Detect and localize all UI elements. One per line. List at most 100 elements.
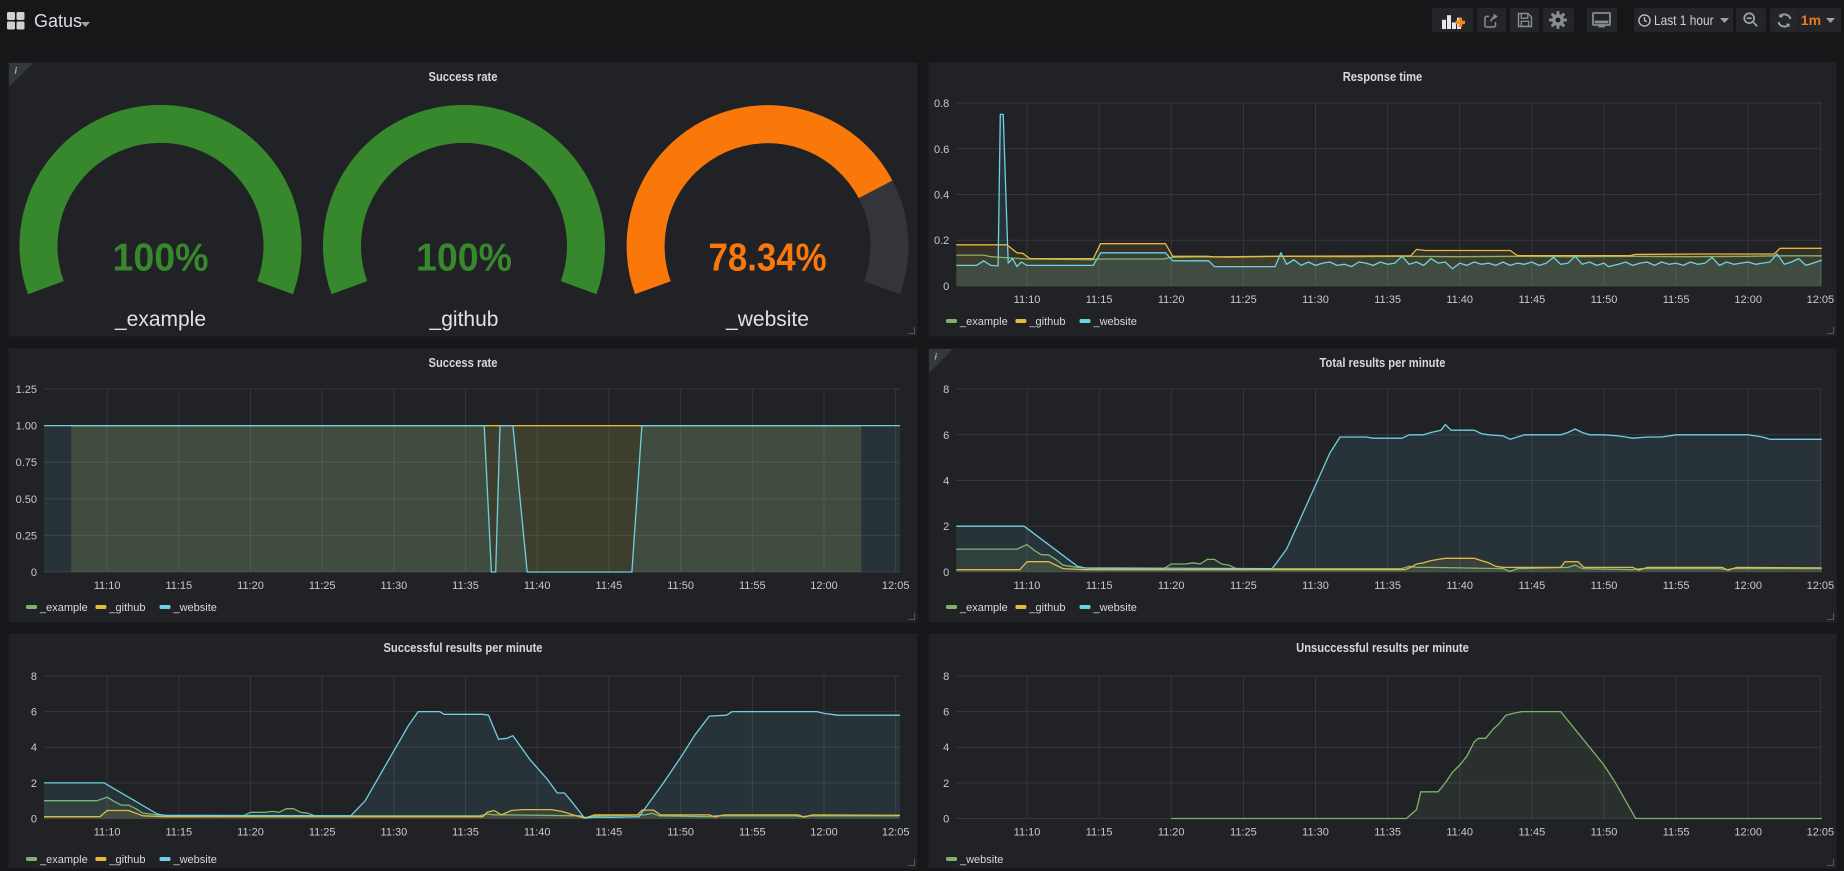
svg-text:11:50: 11:50 — [667, 827, 694, 839]
svg-text:11:25: 11:25 — [1230, 580, 1257, 592]
svg-text:_github: _github — [108, 602, 145, 614]
svg-text:11:15: 11:15 — [165, 580, 192, 592]
svg-text:6: 6 — [31, 707, 37, 719]
svg-text:11:10: 11:10 — [1014, 294, 1041, 306]
svg-text:11:55: 11:55 — [1663, 294, 1690, 306]
svg-text:11:40: 11:40 — [524, 827, 551, 839]
svg-text:11:10: 11:10 — [94, 827, 121, 839]
svg-text:11:15: 11:15 — [165, 827, 192, 839]
svg-text:_example: _example — [39, 854, 88, 866]
svg-text:0: 0 — [31, 814, 37, 826]
svg-text:0: 0 — [31, 567, 37, 579]
svg-text:0: 0 — [943, 567, 949, 579]
svg-text:11:50: 11:50 — [667, 580, 694, 592]
svg-text:_example: _example — [959, 602, 1008, 614]
svg-text:11:20: 11:20 — [237, 827, 264, 839]
svg-text:11:10: 11:10 — [1014, 827, 1041, 839]
svg-text:6: 6 — [943, 429, 949, 441]
svg-text:11:15: 11:15 — [1086, 580, 1113, 592]
svg-text:11:50: 11:50 — [1591, 827, 1618, 839]
svg-text:1.25: 1.25 — [16, 384, 37, 396]
svg-text:0.6: 0.6 — [934, 144, 949, 156]
svg-text:2: 2 — [943, 521, 949, 533]
svg-text:_website: _website — [1093, 602, 1137, 614]
svg-text:0.25: 0.25 — [16, 530, 37, 542]
svg-text:2: 2 — [943, 778, 949, 790]
svg-text:_example: _example — [39, 602, 88, 614]
svg-text:_website: _website — [959, 854, 1003, 866]
svg-text:11:40: 11:40 — [1446, 827, 1473, 839]
svg-text:11:55: 11:55 — [1663, 580, 1690, 592]
svg-text:11:55: 11:55 — [739, 580, 766, 592]
svg-text:_github: _github — [108, 854, 145, 866]
svg-text:11:35: 11:35 — [1374, 294, 1401, 306]
svg-text:4: 4 — [943, 742, 949, 754]
svg-text:11:15: 11:15 — [1086, 827, 1113, 839]
svg-text:12:00: 12:00 — [810, 827, 838, 839]
svg-text:8: 8 — [31, 671, 37, 683]
svg-text:11:25: 11:25 — [1230, 827, 1257, 839]
svg-text:11:45: 11:45 — [1519, 294, 1546, 306]
svg-text:11:50: 11:50 — [1591, 294, 1618, 306]
svg-text:11:20: 11:20 — [237, 580, 264, 592]
svg-text:11:55: 11:55 — [739, 827, 766, 839]
svg-text:11:35: 11:35 — [452, 827, 479, 839]
svg-text:12:00: 12:00 — [1734, 294, 1762, 306]
svg-text:_website: _website — [1093, 316, 1137, 328]
svg-text:2: 2 — [31, 778, 37, 790]
svg-text:4: 4 — [31, 742, 37, 754]
svg-text:12:05: 12:05 — [882, 580, 910, 592]
svg-text:11:45: 11:45 — [596, 580, 623, 592]
svg-text:0.50: 0.50 — [16, 493, 37, 505]
svg-text:0.8: 0.8 — [934, 98, 949, 110]
svg-text:_website: _website — [173, 854, 217, 866]
svg-text:11:40: 11:40 — [524, 580, 551, 592]
svg-text:_github: _github — [429, 308, 499, 331]
svg-text:_github: _github — [1028, 602, 1065, 614]
svg-text:11:40: 11:40 — [1446, 294, 1473, 306]
svg-text:12:05: 12:05 — [1807, 294, 1835, 306]
svg-text:11:35: 11:35 — [452, 580, 479, 592]
svg-text:11:25: 11:25 — [309, 827, 336, 839]
svg-text:11:45: 11:45 — [1519, 827, 1546, 839]
svg-text:_example: _example — [114, 308, 206, 331]
svg-text:11:20: 11:20 — [1158, 580, 1185, 592]
svg-text:11:35: 11:35 — [1374, 580, 1401, 592]
svg-text:12:05: 12:05 — [882, 827, 910, 839]
svg-text:11:20: 11:20 — [1158, 827, 1185, 839]
svg-text:11:30: 11:30 — [1302, 827, 1329, 839]
svg-text:100%: 100% — [416, 237, 512, 280]
svg-text:0: 0 — [943, 281, 949, 293]
svg-text:11:30: 11:30 — [1302, 580, 1329, 592]
svg-text:11:25: 11:25 — [1230, 294, 1257, 306]
svg-text:_website: _website — [173, 602, 217, 614]
svg-text:11:10: 11:10 — [1014, 580, 1041, 592]
svg-text:100%: 100% — [113, 237, 209, 280]
svg-text:12:05: 12:05 — [1807, 827, 1835, 839]
svg-text:11:55: 11:55 — [1663, 827, 1690, 839]
svg-text:_github: _github — [1028, 316, 1065, 328]
svg-text:0.75: 0.75 — [16, 457, 37, 469]
svg-text:11:30: 11:30 — [381, 580, 408, 592]
svg-text:12:00: 12:00 — [810, 580, 838, 592]
svg-text:11:35: 11:35 — [1374, 827, 1401, 839]
svg-text:_example: _example — [959, 316, 1008, 328]
svg-text:6: 6 — [943, 707, 949, 719]
svg-text:11:45: 11:45 — [596, 827, 623, 839]
svg-text:4: 4 — [943, 475, 949, 487]
svg-text:12:05: 12:05 — [1807, 580, 1835, 592]
svg-text:0.4: 0.4 — [934, 190, 949, 202]
svg-text:1.00: 1.00 — [16, 420, 37, 432]
svg-text:11:30: 11:30 — [381, 827, 408, 839]
svg-text:11:40: 11:40 — [1446, 580, 1473, 592]
svg-text:12:00: 12:00 — [1734, 827, 1762, 839]
svg-text:8: 8 — [943, 384, 949, 396]
svg-text:11:50: 11:50 — [1591, 580, 1618, 592]
svg-text:11:10: 11:10 — [94, 580, 121, 592]
svg-text:_website: _website — [725, 308, 809, 331]
svg-text:0.2: 0.2 — [934, 235, 949, 247]
svg-text:11:15: 11:15 — [1086, 294, 1113, 306]
svg-text:12:00: 12:00 — [1734, 580, 1762, 592]
svg-text:78.34%: 78.34% — [709, 237, 827, 280]
svg-text:11:30: 11:30 — [1302, 294, 1329, 306]
